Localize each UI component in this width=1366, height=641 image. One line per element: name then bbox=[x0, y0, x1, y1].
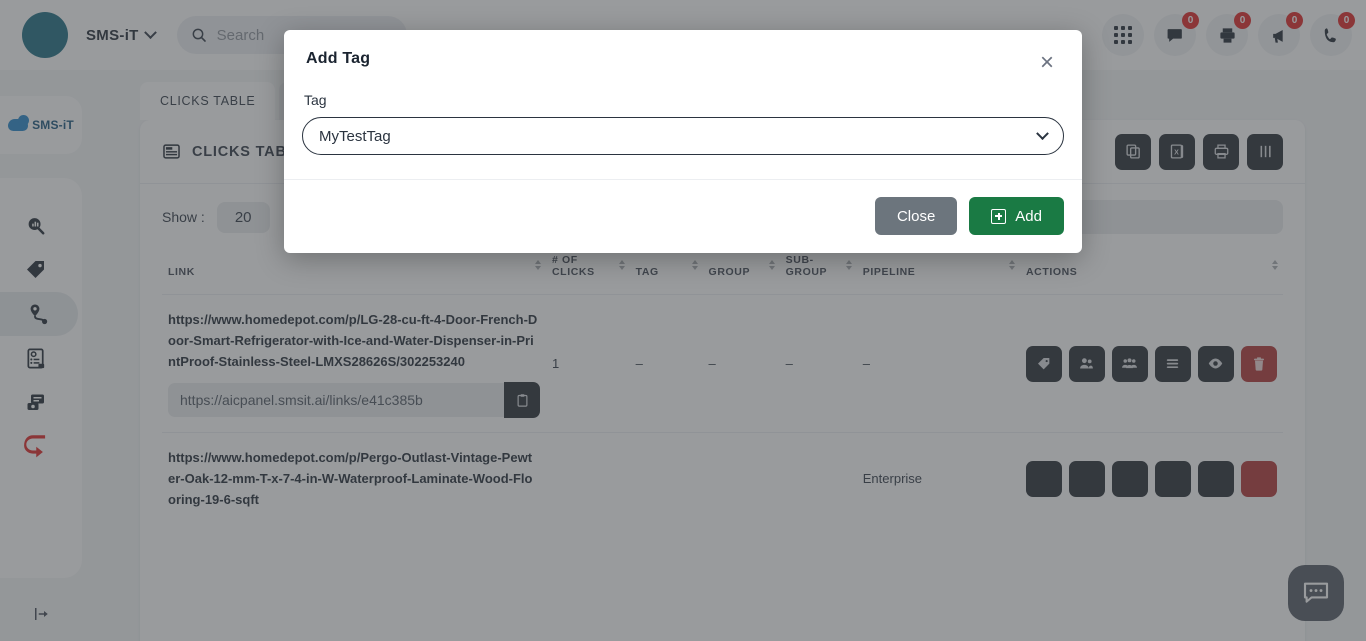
plus-square-icon bbox=[991, 208, 1007, 224]
tag-select[interactable]: MyTestTag bbox=[302, 117, 1064, 155]
add-button-label: Add bbox=[1015, 207, 1042, 225]
chevron-down-icon bbox=[1036, 126, 1049, 140]
modal-header: Add Tag × bbox=[284, 30, 1082, 76]
tag-field-label: Tag bbox=[304, 92, 327, 108]
modal-title: Add Tag bbox=[306, 50, 371, 67]
add-button[interactable]: Add bbox=[969, 197, 1064, 235]
close-icon[interactable]: × bbox=[1034, 50, 1060, 76]
modal-footer: Close Add bbox=[284, 179, 1082, 253]
modal-body: Tag MyTestTag bbox=[284, 76, 1082, 155]
app-root: SMS-iT Search 0 bbox=[0, 0, 1366, 641]
add-tag-modal: Add Tag × Tag MyTestTag Close Add bbox=[284, 30, 1082, 253]
close-button[interactable]: Close bbox=[874, 197, 958, 235]
tag-select-value: MyTestTag bbox=[319, 127, 391, 145]
close-button-label: Close bbox=[896, 207, 936, 225]
